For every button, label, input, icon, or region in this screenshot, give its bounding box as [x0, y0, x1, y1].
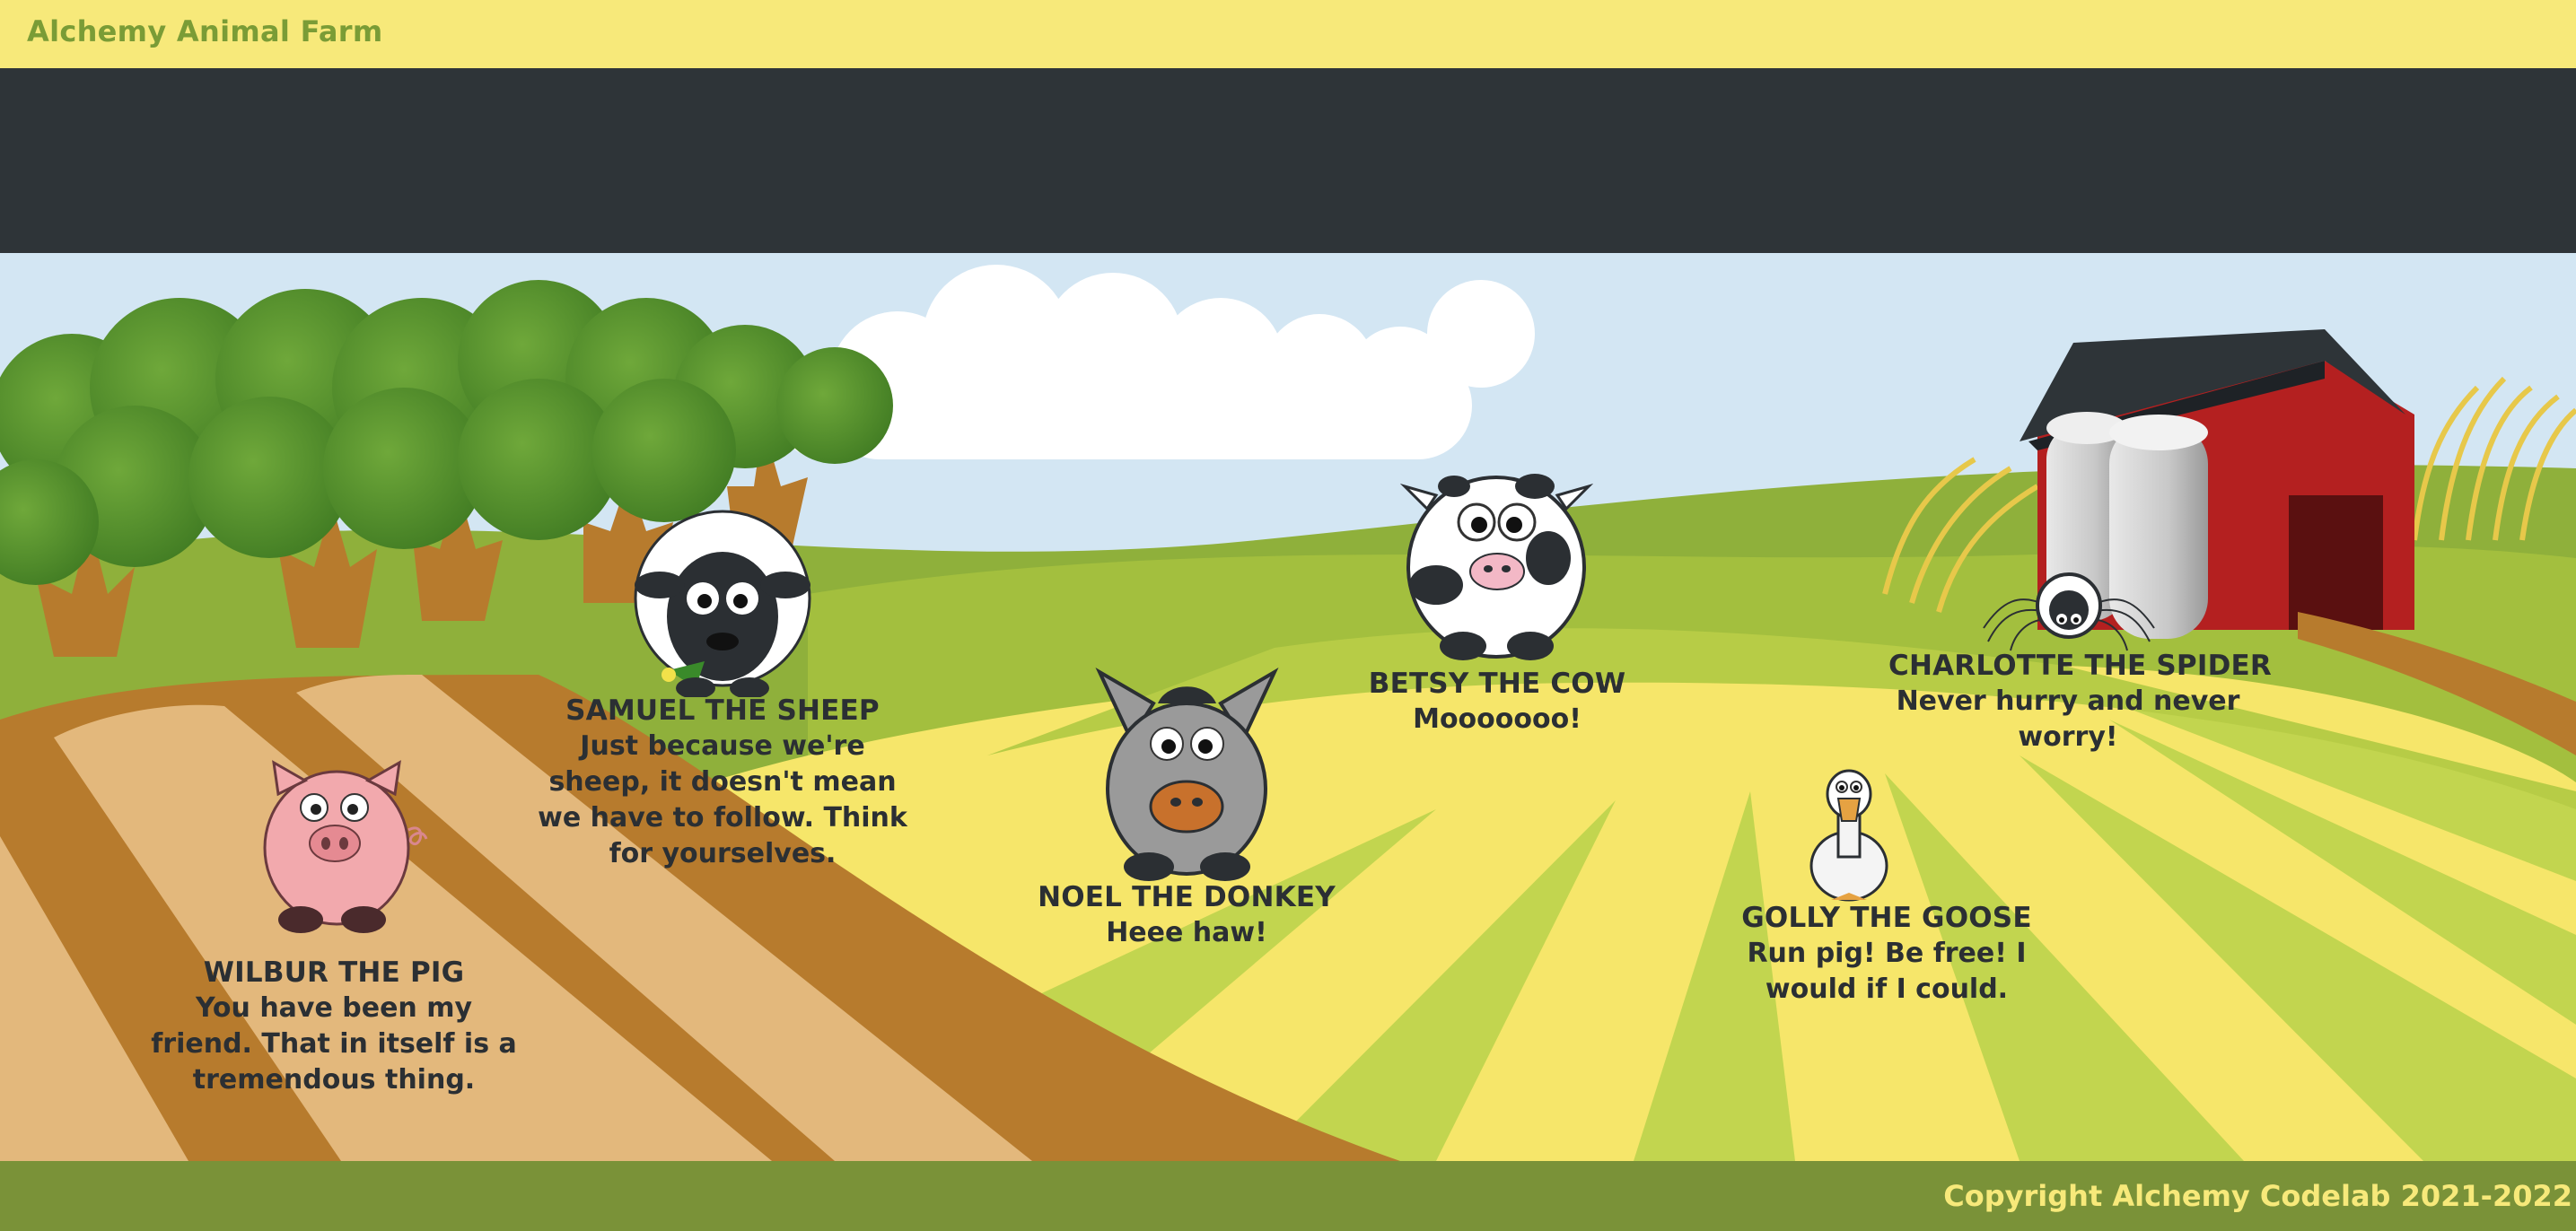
site-header: Alchemy Animal Farm	[0, 0, 2576, 68]
site-title: Alchemy Animal Farm	[27, 14, 383, 48]
cow-character[interactable]	[1399, 459, 1594, 666]
animal-card-cow: BETSY THE COW Mooooooo!	[1336, 668, 1659, 738]
animal-card-pig: WILBUR THE PIG You have been my friend. …	[150, 956, 518, 1098]
animal-name: BETSY THE COW	[1368, 668, 1626, 700]
animal-quote: Just because we're sheep, it doesn't mea…	[538, 730, 907, 869]
animal-name: SAMUEL THE SHEEP	[565, 694, 880, 727]
donkey-character[interactable]	[1095, 668, 1279, 883]
animal-card-goose: GOLLY THE GOOSE Run pig! Be free! I woul…	[1698, 902, 2075, 1008]
animal-name: WILBUR THE PIG	[203, 956, 465, 989]
sheep-character[interactable]	[633, 509, 812, 699]
animal-quote: Heee haw!	[1106, 917, 1267, 948]
site-footer: Copyright Alchemy Codelab 2021-2022	[0, 1161, 2576, 1231]
animal-card-donkey: NOEL THE DONKEY Heee haw!	[1025, 881, 1348, 951]
copyright-text: Copyright Alchemy Codelab 2021-2022	[1943, 1179, 2572, 1213]
animal-name: CHARLOTTE THE SPIDER	[1888, 650, 2272, 682]
dark-band	[0, 68, 2576, 253]
animal-card-spider: CHARLOTTE THE SPIDER Never hurry and nev…	[1888, 650, 2272, 755]
goose-character[interactable]	[1804, 767, 1894, 906]
animal-name: GOLLY THE GOOSE	[1741, 902, 2032, 934]
pig-character[interactable]	[251, 758, 431, 938]
animal-quote: Run pig! Be free! I would if I could.	[1747, 938, 2027, 1005]
animal-quote: Never hurry and never worry!	[1896, 685, 2240, 753]
spider-character[interactable]	[1975, 565, 2163, 655]
animal-card-sheep: SAMUEL THE SHEEP Just because we're shee…	[534, 694, 911, 872]
animal-name: NOEL THE DONKEY	[1038, 881, 1336, 913]
animal-quote: You have been my friend. That in itself …	[151, 992, 517, 1096]
animal-quote: Mooooooo!	[1413, 703, 1582, 735]
